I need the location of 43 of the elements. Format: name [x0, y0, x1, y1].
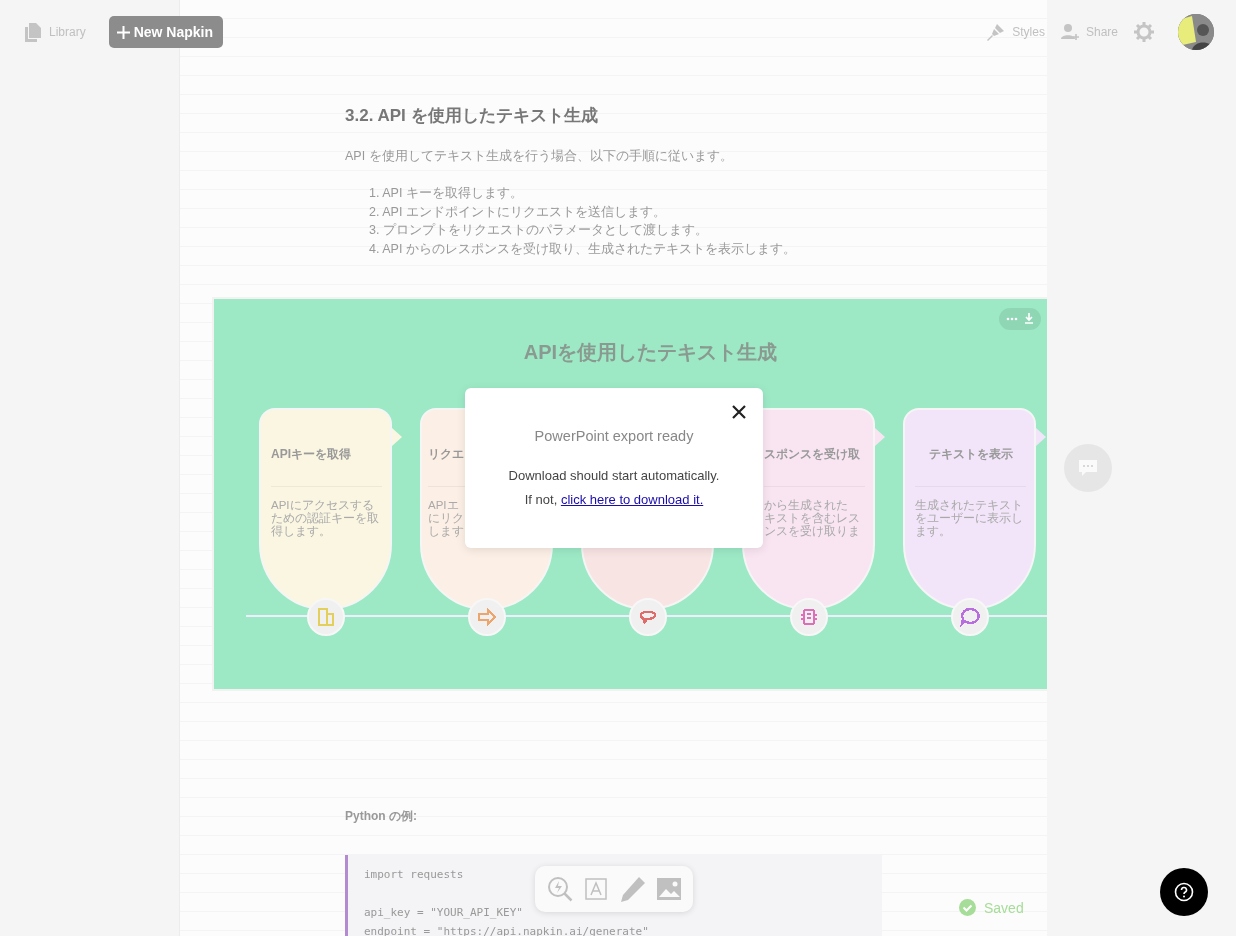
card-text: APIエ にリク します: [428, 498, 464, 538]
saved-text: Saved: [984, 899, 1024, 916]
diagram-title: APIを使用したテキスト生成: [523, 339, 778, 365]
text-box-icon[interactable]: [583, 876, 610, 902]
documents-icon: [24, 22, 42, 42]
section-heading: 3.2. API を使用したテキスト生成: [345, 105, 599, 127]
code-line: import requests: [364, 866, 465, 883]
pencil-icon[interactable]: [618, 875, 647, 903]
card-text: から生成された キストを含むレス ンスを受け取りま: [764, 498, 860, 538]
brush-icon: [987, 23, 1006, 41]
dialog-text: Download should start automatically.: [508, 467, 720, 485]
spark-search-icon[interactable]: [545, 875, 574, 903]
new-napkin-button[interactable]: New Napkin: [108, 16, 224, 48]
image-icon[interactable]: [656, 877, 683, 901]
list-item: 3. プロンプトをリクエストのパラメータとして渡します。: [369, 222, 709, 240]
list-item: 1. API キーを取得します。: [369, 185, 524, 202]
intro-text: API を使用してテキスト生成を行う場合、以下の手順に従います。: [345, 148, 734, 165]
card-text: APIにアクセスする ための認証キーを取 得します。: [271, 498, 379, 538]
settings-icon[interactable]: [1134, 22, 1154, 42]
help-icon: [1174, 882, 1194, 902]
add-user-icon: [1060, 23, 1079, 41]
close-button[interactable]: [731, 404, 747, 420]
card-title: APIキーを取得: [271, 445, 351, 463]
check-icon: [959, 899, 976, 916]
card-text: 生成されたテキスト をユーザーに表示し ます。: [915, 498, 1023, 538]
list-item: 2. API エンドポイントにリクエストを送信します。: [369, 203, 667, 221]
card-title: テキストを表示: [928, 445, 1013, 463]
diagram-toolbar[interactable]: [999, 307, 1041, 330]
dialog-title: PowerPoint export ready: [534, 428, 694, 444]
download-icon[interactable]: [1024, 313, 1034, 325]
download-link[interactable]: click here to download it.: [560, 492, 704, 507]
plus-icon: [116, 25, 130, 39]
close-icon: [731, 404, 747, 420]
comment-icon: [1077, 458, 1099, 478]
comment-button[interactable]: [1064, 444, 1112, 492]
styles-button[interactable]: Styles: [987, 23, 1045, 41]
list-item: 4. API からのレスポンスを受け取り、生成されたテキストを表示します。: [369, 241, 797, 259]
example-label: Python の例:: [345, 807, 418, 825]
card-title: リクエ: [428, 445, 464, 463]
more-icon[interactable]: [1006, 316, 1018, 321]
code-line: api_key = "YOUR_API_KEY": [364, 904, 524, 921]
card-title: スポンスを受け取: [764, 445, 860, 463]
dialog-text: If not, click here to download it.: [524, 491, 704, 509]
